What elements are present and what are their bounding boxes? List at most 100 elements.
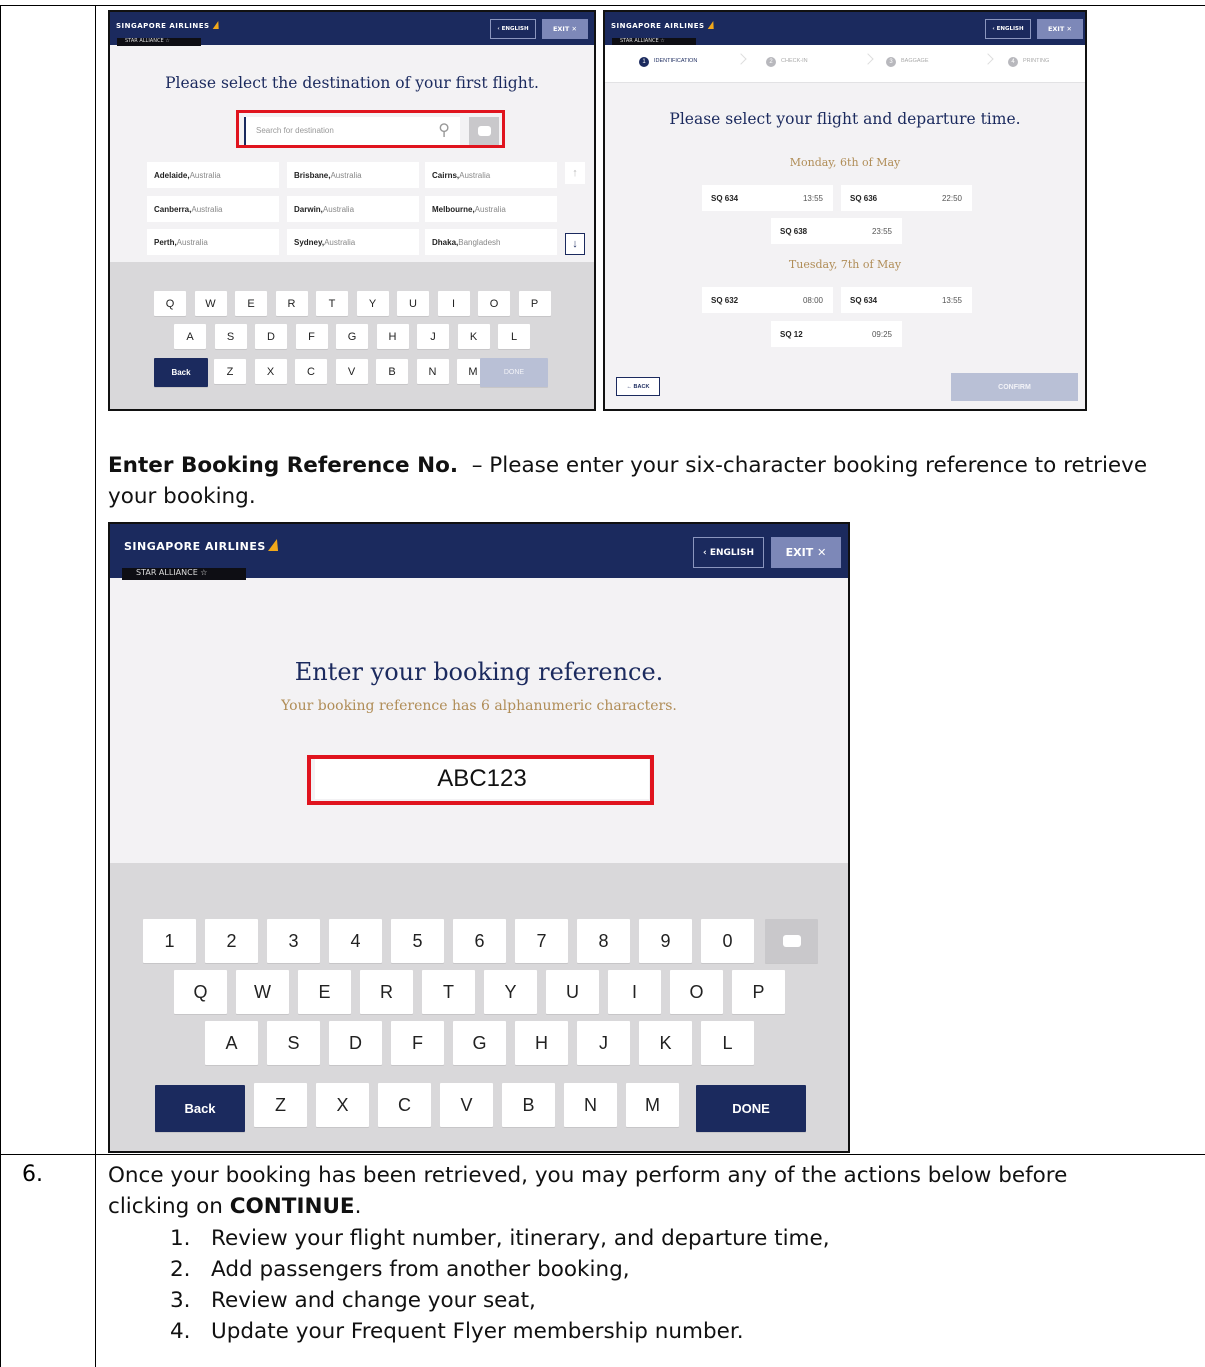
key-e[interactable]: E <box>298 970 351 1014</box>
key-w[interactable]: W <box>236 970 289 1014</box>
flight-option[interactable]: SQ 632 08:00 <box>702 287 833 313</box>
destination-option[interactable]: Adelaide, Australia <box>147 162 279 188</box>
key-c[interactable]: C <box>295 359 327 384</box>
airline-logo: SINGAPORE AIRLINES <box>124 539 282 553</box>
key-j[interactable]: J <box>577 1021 630 1065</box>
key-q[interactable]: Q <box>154 291 186 316</box>
key-m[interactable]: M <box>626 1083 679 1127</box>
key-e[interactable]: E <box>235 291 267 316</box>
exit-button[interactable]: EXIT ✕ <box>1037 19 1083 39</box>
key-j[interactable]: J <box>417 324 449 349</box>
key-9[interactable]: 9 <box>639 919 692 963</box>
key-i[interactable]: I <box>608 970 661 1014</box>
departure-time: 13:55 <box>802 193 823 203</box>
key-n[interactable]: N <box>564 1083 617 1127</box>
key-f[interactable]: F <box>391 1021 444 1065</box>
key-4[interactable]: 4 <box>329 919 382 963</box>
back-button[interactable]: ← BACK <box>616 377 660 396</box>
key-5[interactable]: 5 <box>391 919 444 963</box>
table-column-divider <box>95 5 96 1367</box>
key-l[interactable]: L <box>498 324 530 349</box>
exit-button[interactable]: EXIT ✕ <box>542 19 588 39</box>
step-description: Once your booking has been retrieved, yo… <box>108 1160 1198 1222</box>
done-key[interactable]: DONE <box>480 358 548 387</box>
destination-city: Melbourne, <box>432 204 475 214</box>
key-s[interactable]: S <box>267 1021 320 1065</box>
flight-option[interactable]: SQ 12 09:25 <box>771 321 902 347</box>
key-0[interactable]: 0 <box>701 919 754 963</box>
key-h[interactable]: H <box>376 324 409 349</box>
key-b[interactable]: B <box>502 1083 555 1127</box>
key-n[interactable]: N <box>416 359 449 384</box>
language-button[interactable]: ‹ ENGLISH <box>693 537 764 568</box>
key-z[interactable]: Z <box>254 1083 307 1127</box>
key-p[interactable]: P <box>732 970 785 1014</box>
key-v[interactable]: V <box>440 1083 493 1127</box>
key-r[interactable]: R <box>360 970 413 1014</box>
key-d[interactable]: D <box>329 1021 382 1065</box>
key-p[interactable]: P <box>518 291 551 316</box>
key-z[interactable]: Z <box>214 359 246 384</box>
key-h[interactable]: H <box>515 1021 568 1065</box>
key-l[interactable]: L <box>701 1021 754 1065</box>
key-i[interactable]: I <box>437 291 470 316</box>
key-a[interactable]: A <box>205 1021 258 1065</box>
scroll-up-button[interactable]: ↑ <box>565 162 585 184</box>
flight-option[interactable]: SQ 636 22:50 <box>841 185 972 211</box>
key-u[interactable]: U <box>546 970 599 1014</box>
key-2[interactable]: 2 <box>205 919 258 963</box>
destination-option[interactable]: Darwin, Australia <box>287 196 419 222</box>
key-g[interactable]: G <box>453 1021 506 1065</box>
destination-option[interactable]: Melbourne, Australia <box>425 196 557 222</box>
key-6[interactable]: 6 <box>453 919 506 963</box>
destination-option[interactable]: Brisbane, Australia <box>287 162 419 188</box>
destination-option[interactable]: Canberra, Australia <box>147 196 279 222</box>
destination-option[interactable]: Sydney, Australia <box>287 229 419 255</box>
backspace-key[interactable] <box>765 919 818 963</box>
key-o[interactable]: O <box>670 970 723 1014</box>
key-3[interactable]: 3 <box>267 919 320 963</box>
destination-option[interactable]: Dhaka, Bangladesh <box>425 229 557 255</box>
key-b[interactable]: B <box>376 359 408 384</box>
destination-option[interactable]: Perth, Australia <box>147 229 279 255</box>
done-key[interactable]: DONE <box>696 1085 806 1132</box>
key-t[interactable]: T <box>316 291 348 316</box>
exit-button[interactable]: EXIT ✕ <box>771 537 841 568</box>
key-7[interactable]: 7 <box>515 919 568 963</box>
key-y[interactable]: Y <box>484 970 537 1014</box>
destination-city: Perth, <box>154 237 177 247</box>
destination-city: Brisbane, <box>294 170 331 180</box>
key-k[interactable]: K <box>457 324 490 349</box>
flight-option[interactable]: SQ 634 13:55 <box>702 185 833 211</box>
key-o[interactable]: O <box>478 291 510 316</box>
language-button[interactable]: ‹ ENGLISH <box>985 19 1031 39</box>
key-d[interactable]: D <box>255 324 287 349</box>
confirm-button[interactable]: CONFIRM <box>951 373 1078 401</box>
key-t[interactable]: T <box>422 970 475 1014</box>
language-button[interactable]: ‹ ENGLISH <box>490 19 536 39</box>
key-x[interactable]: X <box>316 1083 369 1127</box>
key-g[interactable]: G <box>336 324 368 349</box>
key-s[interactable]: S <box>214 324 247 349</box>
kiosk-screen-flight-select: SINGAPORE AIRLINES STAR ALLIANCE ☆ ‹ ENG… <box>603 10 1087 411</box>
key-f[interactable]: F <box>295 324 328 349</box>
key-u[interactable]: U <box>397 291 429 316</box>
scroll-down-button[interactable]: ↓ <box>565 233 585 255</box>
flight-option[interactable]: SQ 638 23:55 <box>771 218 902 244</box>
back-key[interactable]: Back <box>154 358 208 387</box>
flight-number: SQ 12 <box>780 329 803 339</box>
key-x[interactable]: X <box>254 359 287 384</box>
back-key[interactable]: Back <box>155 1085 245 1132</box>
key-c[interactable]: C <box>378 1083 431 1127</box>
key-q[interactable]: Q <box>174 970 227 1014</box>
key-y[interactable]: Y <box>356 291 389 316</box>
key-a[interactable]: A <box>174 324 206 349</box>
destination-option[interactable]: Cairns, Australia <box>425 162 557 188</box>
key-k[interactable]: K <box>639 1021 692 1065</box>
key-w[interactable]: W <box>194 291 227 316</box>
key-1[interactable]: 1 <box>143 919 196 963</box>
key-r[interactable]: R <box>275 291 308 316</box>
key-v[interactable]: V <box>335 359 368 384</box>
flight-option[interactable]: SQ 634 13:55 <box>841 287 972 313</box>
key-8[interactable]: 8 <box>577 919 630 963</box>
